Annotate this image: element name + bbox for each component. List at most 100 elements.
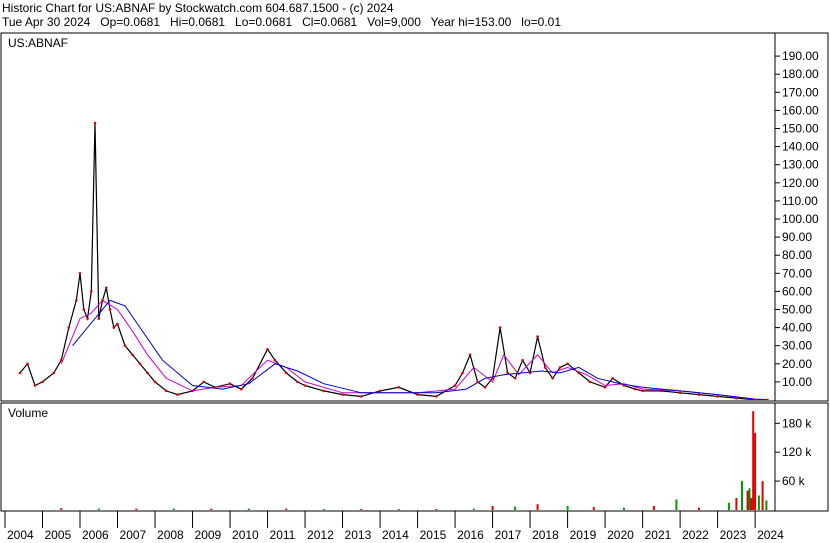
price-tick-label: 60.00 bbox=[782, 284, 812, 298]
price-point bbox=[108, 308, 112, 311]
volume-bar bbox=[135, 508, 138, 510]
price-point bbox=[112, 326, 116, 329]
price-tick-label: 70.00 bbox=[782, 266, 812, 280]
year-tick-label: 2018 bbox=[532, 528, 559, 542]
price-point bbox=[60, 358, 63, 362]
volume-bar bbox=[746, 490, 749, 510]
price-tick-label: 90.00 bbox=[782, 230, 812, 244]
year-tick-label: 2006 bbox=[82, 528, 109, 542]
volume-tick-label: 60 k bbox=[782, 474, 806, 488]
year-tick-label: 2008 bbox=[157, 528, 184, 542]
year-tick-label: 2005 bbox=[45, 528, 72, 542]
price-point bbox=[641, 389, 644, 393]
price-point bbox=[251, 377, 254, 380]
price-point bbox=[213, 386, 217, 389]
year-tick-label: 2023 bbox=[720, 528, 747, 542]
price-point bbox=[90, 290, 93, 293]
price-point bbox=[491, 377, 494, 380]
price-point bbox=[660, 389, 663, 393]
price-point bbox=[138, 362, 142, 366]
price-point bbox=[716, 395, 719, 398]
price-panel-label: US:ABNAF bbox=[8, 36, 68, 50]
year-tick-label: 2017 bbox=[495, 528, 522, 542]
volume-bar bbox=[592, 507, 595, 510]
price-point bbox=[228, 382, 232, 386]
price-point bbox=[78, 272, 82, 275]
volume-bar bbox=[752, 411, 755, 510]
price-tick-label: 150.00 bbox=[782, 122, 819, 136]
price-point bbox=[273, 358, 277, 362]
price-series-2 bbox=[72, 299, 768, 400]
price-tick-label: 140.00 bbox=[782, 140, 819, 154]
price-point bbox=[153, 380, 157, 384]
price-tick-label: 160.00 bbox=[782, 103, 819, 117]
volume-bar bbox=[97, 508, 100, 510]
price-tick-label: 110.00 bbox=[782, 194, 818, 208]
price-point bbox=[303, 384, 307, 387]
year-tick-label: 2011 bbox=[270, 528, 296, 542]
price-tick-label: 20.00 bbox=[782, 357, 812, 371]
price-point bbox=[506, 371, 509, 375]
price-point bbox=[453, 384, 457, 387]
price-tick-label: 30.00 bbox=[782, 339, 812, 353]
volume-bar bbox=[536, 504, 539, 510]
price-point bbox=[397, 386, 401, 389]
price-point bbox=[378, 389, 382, 393]
volume-bar bbox=[675, 499, 678, 510]
price-series-1 bbox=[60, 299, 768, 400]
price-point bbox=[123, 344, 127, 348]
volume-bar bbox=[491, 506, 494, 510]
price-point bbox=[97, 317, 101, 320]
price-point bbox=[461, 371, 464, 375]
volume-bar bbox=[735, 498, 738, 510]
price-point bbox=[536, 335, 539, 338]
price-point bbox=[435, 395, 438, 398]
price-point bbox=[603, 386, 607, 389]
price-point bbox=[322, 389, 326, 393]
price-point bbox=[18, 371, 22, 375]
volume-bar bbox=[761, 481, 764, 510]
volume-panel-label: Volume bbox=[8, 406, 48, 420]
price-point bbox=[622, 384, 626, 387]
price-point bbox=[202, 380, 206, 384]
price-point bbox=[476, 380, 479, 384]
year-tick-label: 2020 bbox=[607, 528, 634, 542]
volume-bar bbox=[322, 509, 325, 510]
volume-bar bbox=[397, 509, 400, 510]
price-point bbox=[67, 326, 71, 329]
price-point bbox=[513, 377, 517, 380]
year-tick-label: 2012 bbox=[307, 528, 334, 542]
year-tick-label: 2022 bbox=[682, 528, 709, 542]
price-point bbox=[296, 380, 299, 384]
price-point bbox=[93, 121, 97, 125]
year-tick-label: 2024 bbox=[757, 528, 784, 542]
volume-bar bbox=[754, 432, 757, 510]
volume-bar bbox=[60, 508, 63, 510]
price-point bbox=[577, 371, 581, 375]
price-tick-label: 10.00 bbox=[782, 375, 812, 389]
price-point bbox=[116, 322, 119, 326]
volume-bar bbox=[472, 508, 475, 510]
price-point bbox=[176, 393, 179, 396]
price-point bbox=[558, 366, 562, 369]
price-point bbox=[86, 317, 89, 320]
year-tick-label: 2007 bbox=[120, 528, 147, 542]
year-tick-label: 2021 bbox=[645, 528, 672, 542]
volume-bar bbox=[622, 507, 625, 510]
price-point bbox=[468, 353, 472, 357]
price-point bbox=[101, 299, 104, 302]
price-point bbox=[341, 393, 344, 396]
price-point bbox=[146, 371, 149, 375]
volume-bar bbox=[748, 488, 751, 510]
price-point bbox=[360, 395, 363, 398]
volume-bar bbox=[652, 506, 655, 510]
price-point bbox=[240, 387, 243, 391]
volume-bar bbox=[514, 506, 517, 510]
price-point bbox=[191, 389, 194, 393]
volume-bar bbox=[750, 498, 753, 510]
price-tick-label: 80.00 bbox=[782, 248, 812, 262]
price-point bbox=[266, 348, 269, 351]
price-point bbox=[26, 362, 29, 366]
volume-bar bbox=[247, 508, 250, 510]
price-tick-label: 120.00 bbox=[782, 176, 819, 190]
